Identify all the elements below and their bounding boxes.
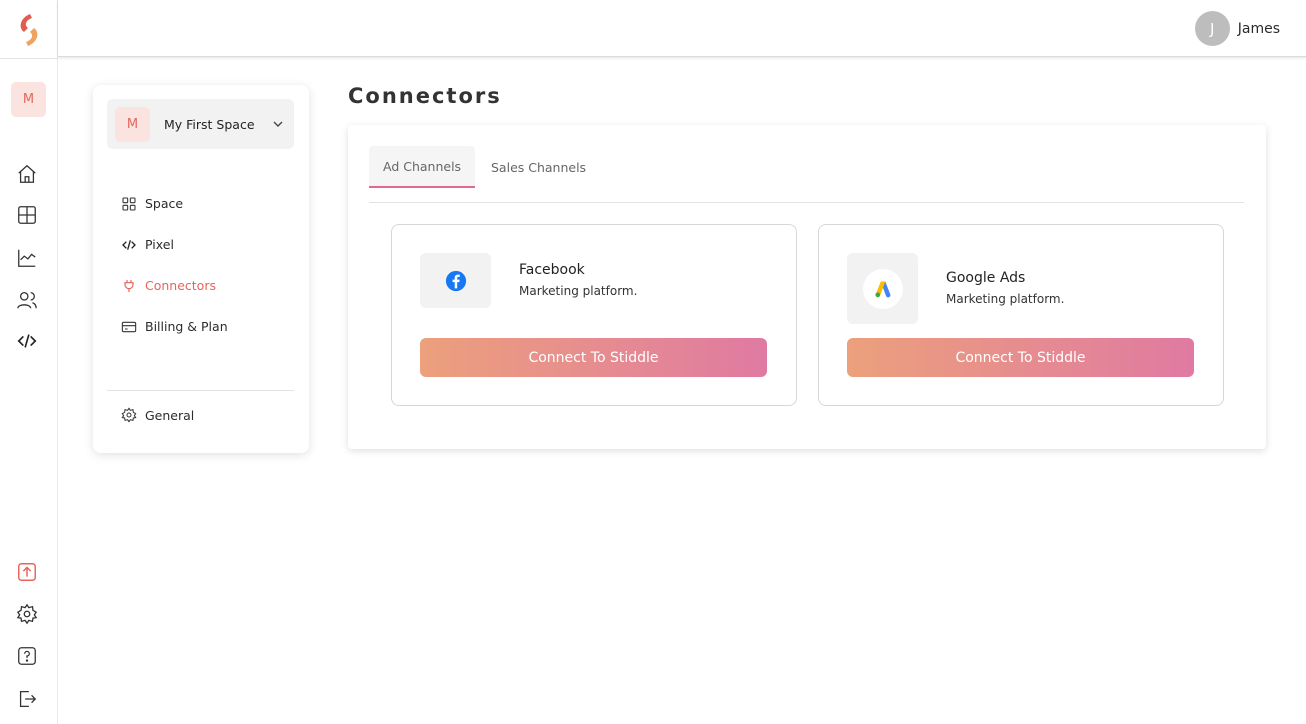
help-icon[interactable] — [14, 643, 40, 669]
settings-nav: Space Pixel Connectors Billing & Plan — [121, 183, 228, 347]
card-icon — [121, 321, 137, 332]
home-icon[interactable] — [14, 161, 40, 187]
rail-divider — [0, 58, 58, 59]
nav-item-space[interactable]: Space — [121, 183, 228, 224]
upload-icon[interactable] — [14, 559, 40, 585]
space-selector[interactable]: M My First Space — [107, 99, 294, 149]
space-badge[interactable]: M — [11, 82, 46, 117]
avatar[interactable]: J — [1194, 11, 1230, 46]
channel-tabs: Ad Channels Sales Channels — [369, 146, 1244, 203]
code-icon[interactable] — [14, 328, 40, 354]
google-ads-logo-box — [847, 253, 918, 324]
gear-icon — [121, 407, 137, 423]
grid-icon — [122, 196, 136, 211]
space-selector-badge: M — [115, 106, 150, 142]
connect-facebook-button[interactable]: Connect To Stiddle — [420, 338, 767, 377]
page-title: Connectors — [348, 84, 502, 108]
nav-item-label: Space — [145, 196, 184, 211]
settings-icon[interactable] — [14, 601, 40, 627]
icon-rail: M — [0, 0, 58, 724]
analytics-icon[interactable] — [14, 245, 40, 271]
users-icon[interactable] — [14, 287, 40, 313]
code-icon — [122, 239, 136, 250]
nav-item-pixel[interactable]: Pixel — [121, 224, 228, 265]
general-label: General — [145, 407, 195, 423]
nav-item-general[interactable]: General — [121, 405, 194, 425]
connector-card-google-ads: Google Ads Marketing platform. Connect T… — [818, 224, 1224, 406]
tab-ad-channels[interactable]: Ad Channels — [369, 146, 476, 188]
facebook-logo-box — [420, 253, 491, 308]
nav-item-label: Billing & Plan — [145, 319, 228, 334]
connectors-card: Ad Channels Sales Channels Facebook Mark… — [348, 125, 1266, 449]
nav-item-label: Connectors — [145, 278, 216, 293]
space-selector-label: My First Space — [164, 116, 255, 132]
tab-sales-channels[interactable]: Sales Channels — [477, 146, 600, 188]
connector-description: Marketing platform. — [519, 284, 638, 298]
user-name[interactable]: James — [1238, 21, 1280, 37]
connector-description: Marketing platform. — [946, 292, 1065, 306]
connector-name: Google Ads — [946, 270, 1026, 286]
plug-icon — [124, 279, 134, 292]
connect-google-ads-button[interactable]: Connect To Stiddle — [847, 338, 1194, 377]
nav-item-label: Pixel — [145, 237, 174, 252]
connector-card-facebook: Facebook Marketing platform. Connect To … — [391, 224, 797, 406]
facebook-icon — [445, 270, 466, 291]
panel-divider — [107, 390, 294, 391]
top-header: J James — [58, 0, 1306, 57]
logout-icon[interactable] — [14, 686, 40, 712]
nav-item-connectors[interactable]: Connectors — [121, 265, 228, 306]
connector-name: Facebook — [519, 262, 585, 278]
user-menu[interactable]: J James — [1194, 11, 1280, 46]
chevron-down-icon — [273, 121, 283, 127]
nav-item-billing[interactable]: Billing & Plan — [121, 306, 228, 347]
google-ads-icon — [862, 268, 903, 309]
dashboard-icon[interactable] — [14, 202, 40, 228]
brand-logo-icon[interactable] — [14, 10, 44, 50]
settings-panel: M My First Space Space Pixel Connectors … — [93, 85, 309, 453]
